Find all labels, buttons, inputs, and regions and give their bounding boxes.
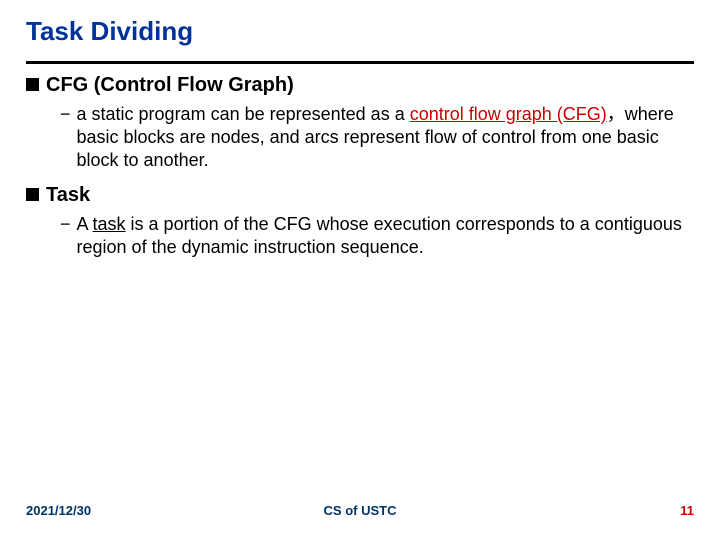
footer-center: CS of USTC — [324, 503, 397, 518]
comma: ， — [607, 104, 625, 124]
sub-suffix: is a portion of the CFG whose execution … — [77, 214, 682, 257]
highlight-task: task — [93, 214, 126, 234]
footer: 2021/12/30 CS of USTC 11 — [0, 503, 720, 518]
section-heading: CFG (Control Flow Graph) — [46, 74, 294, 97]
highlight-cfg: control flow graph (CFG) — [410, 104, 607, 124]
sub-text: A task is a portion of the CFG whose exe… — [77, 213, 694, 259]
section-cfg: CFG (Control Flow Graph) − a static prog… — [26, 74, 694, 172]
page-title: Task Dividing — [26, 16, 694, 55]
title-rule — [26, 61, 694, 64]
sub-text: a static program can be represented as a… — [77, 103, 694, 172]
footer-page: 11 — [680, 503, 694, 518]
sub-bullet: − A task is a portion of the CFG whose e… — [60, 213, 694, 259]
footer-date: 2021/12/30 — [26, 503, 91, 518]
bullet-row: Task — [26, 184, 694, 207]
sub-bullet: − a static program can be represented as… — [60, 103, 694, 172]
section-heading: Task — [46, 184, 90, 207]
dash-icon: − — [60, 103, 71, 126]
sub-prefix: a static program can be represented as a — [77, 104, 410, 124]
section-task: Task − A task is a portion of the CFG wh… — [26, 184, 694, 259]
square-bullet-icon — [26, 188, 39, 201]
bullet-row: CFG (Control Flow Graph) — [26, 74, 694, 97]
square-bullet-icon — [26, 78, 39, 91]
slide: Task Dividing CFG (Control Flow Graph) −… — [0, 0, 720, 540]
dash-icon: − — [60, 213, 71, 236]
sub-prefix: A — [77, 214, 93, 234]
